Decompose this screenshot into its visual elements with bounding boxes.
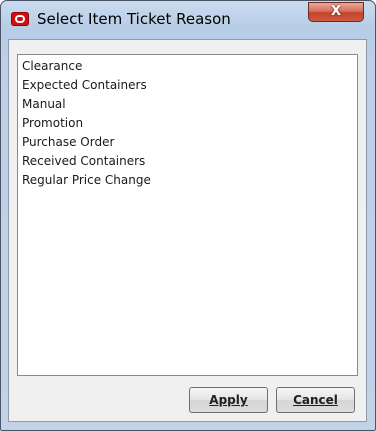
list-item-received-containers[interactable]: Received Containers bbox=[22, 152, 145, 171]
cancel-button[interactable]: Cancel bbox=[276, 387, 355, 413]
apply-button[interactable]: Apply bbox=[189, 387, 268, 413]
title-bar[interactable]: Select Item Ticket Reason X bbox=[1, 1, 375, 31]
oracle-app-icon bbox=[11, 12, 29, 26]
list-item-manual[interactable]: Manual bbox=[22, 95, 66, 114]
list-item-promotion[interactable]: Promotion bbox=[22, 114, 83, 133]
reason-list[interactable]: Clearance Expected Containers Manual Pro… bbox=[17, 54, 358, 376]
close-icon: X bbox=[330, 4, 342, 19]
dialog-body: Clearance Expected Containers Manual Pro… bbox=[8, 39, 367, 422]
list-item-clearance[interactable]: Clearance bbox=[22, 57, 82, 76]
close-button[interactable]: X bbox=[308, 2, 364, 22]
list-item-expected-containers[interactable]: Expected Containers bbox=[22, 76, 147, 95]
dialog-window: Select Item Ticket Reason X Clearance Ex… bbox=[0, 0, 376, 431]
list-item-regular-price-change[interactable]: Regular Price Change bbox=[22, 171, 151, 190]
list-item-purchase-order[interactable]: Purchase Order bbox=[22, 133, 114, 152]
dialog-title: Select Item Ticket Reason bbox=[37, 10, 231, 28]
